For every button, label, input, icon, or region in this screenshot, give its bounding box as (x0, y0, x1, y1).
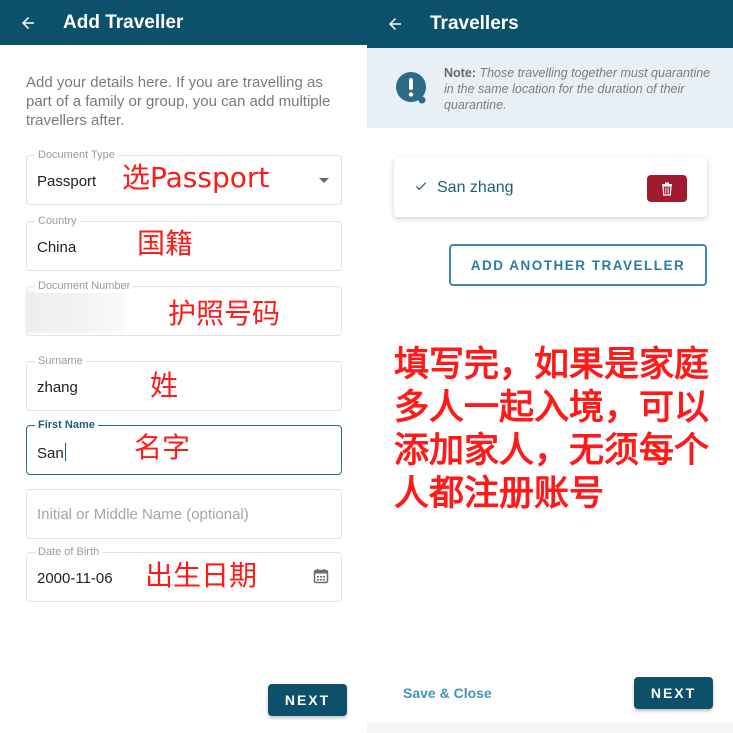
text-caret (64, 443, 67, 461)
travellers-screen: Travellers Note: Those travelling togeth… (367, 0, 733, 733)
next-button[interactable]: NEXT (268, 684, 347, 716)
surname-field[interactable]: Surname zhang (26, 354, 342, 411)
first-name-label: First Name (35, 418, 98, 432)
annotation-document-number: 护照号码 (168, 297, 281, 330)
annotation-date-of-birth: 出生日期 (145, 559, 258, 592)
intro-text: Add your details here. If you are travel… (26, 74, 331, 129)
country-value: China (37, 239, 77, 256)
check-icon (415, 182, 427, 191)
traveller-name: San zhang (437, 179, 514, 196)
trash-icon (662, 182, 672, 196)
annotation-surname: 姓 (150, 369, 179, 402)
surname-value: zhang (37, 379, 78, 396)
next-button[interactable]: NEXT (634, 677, 713, 709)
document-number-label: Document Number (35, 279, 134, 293)
document-type-value: Passport (37, 173, 97, 190)
add-traveller-screen: Add Traveller Add your details here. If … (0, 0, 367, 733)
save-close-link[interactable]: Save & Close (403, 685, 492, 701)
arrow-left-icon (389, 18, 401, 30)
quarantine-note: Note: Those travelling together must qua… (367, 48, 733, 128)
arrow-left-icon (22, 16, 34, 29)
redacted-document-number (25, 291, 125, 333)
document-type-label: Document Type (35, 148, 118, 162)
middle-name-field[interactable]: Initial or Middle Name (optional) (26, 489, 342, 539)
country-label: Country (35, 214, 80, 228)
app-bar: Add Traveller (0, 0, 367, 45)
note-text: Note: Those travelling together must qua… (444, 65, 714, 113)
add-another-traveller-button[interactable]: ADD ANOTHER TRAVELLER (449, 244, 707, 286)
alert-info-icon (396, 72, 426, 104)
middle-name-placeholder: Initial or Middle Name (optional) (37, 506, 249, 523)
back-button[interactable] (383, 12, 407, 36)
surname-label: Surname (35, 354, 86, 368)
bottom-bar (367, 723, 733, 733)
page-title: Travellers (430, 13, 519, 34)
first-name-value: San (37, 445, 64, 462)
annotation-document-type: 选Passport (122, 161, 270, 194)
back-button[interactable] (16, 11, 40, 35)
traveller-item[interactable]: San zhang (394, 157, 707, 217)
date-of-birth-value: 2000-11-06 (37, 570, 113, 587)
annotation-country: 国籍 (137, 227, 194, 260)
calendar-icon[interactable] (313, 568, 329, 584)
delete-traveller-button[interactable] (647, 175, 687, 202)
note-body: Those travelling together must quarantin… (444, 66, 711, 112)
annotation-first-name: 名字 (134, 431, 191, 464)
app-bar: Travellers (367, 0, 733, 48)
dropdown-arrow-icon[interactable] (319, 178, 329, 183)
date-of-birth-label: Date of Birth (35, 545, 103, 559)
note-bold: Note: (444, 66, 476, 80)
page-title: Add Traveller (63, 11, 184, 33)
first-name-input[interactable]: San (37, 443, 67, 463)
annotation-family: 填写完，如果是家庭多人一起入境，可以添加家人，无须每个人都注册账号 (394, 345, 710, 514)
